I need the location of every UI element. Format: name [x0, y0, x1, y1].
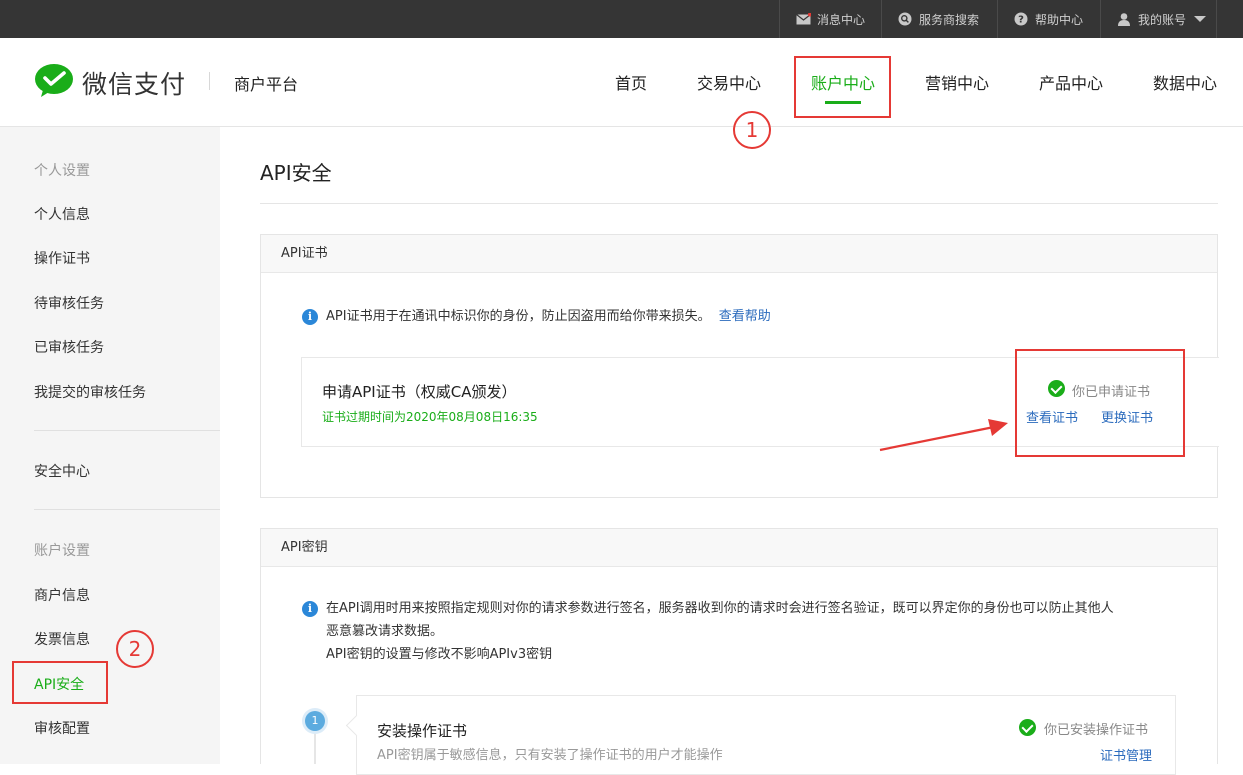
annotation-box-api-security — [12, 661, 108, 704]
sidebar-item-reviewed-tasks[interactable]: 已审核任务 — [34, 337, 104, 357]
cert-title: 申请API证书（权威CA颁发） — [322, 383, 517, 401]
svg-text:?: ? — [1018, 15, 1024, 26]
caret-down-icon — [1194, 16, 1207, 22]
step-number-badge: 1 — [305, 711, 325, 731]
mail-icon — [796, 12, 811, 26]
user-icon — [1117, 12, 1131, 26]
help-link[interactable]: 查看帮助 — [719, 309, 771, 324]
sidebar-item-merchant-info[interactable]: 商户信息 — [34, 585, 90, 605]
platform-name: 商户平台 — [234, 75, 299, 94]
annotation-box-cert-actions — [1015, 349, 1185, 457]
cert-expire-time: 证书过期时间为2020年08月08日16:35 — [322, 410, 538, 424]
wechat-pay-logo-icon[interactable] — [34, 64, 74, 102]
title-divider — [260, 203, 1218, 204]
sidebar-item-personal-info[interactable]: 个人信息 — [34, 204, 90, 224]
nav-product-center[interactable]: 产品中心 — [1039, 70, 1103, 94]
top-item-label: 我的账号 — [1138, 12, 1187, 27]
service-search-link[interactable]: 服务商搜索 — [881, 0, 997, 38]
main-header: 微信支付 商户平台 首页 交易中心 账户中心 营销中心 产品中心 数据中心 — [0, 38, 1243, 127]
page-title: API安全 — [260, 161, 332, 185]
step-desc: API密钥属于敏感信息，只有安装了操作证书的用户才能操作 — [377, 748, 723, 763]
cert-info-text: API证书用于在通讯中标识你的身份，防止因盗用而给你带来损失。 查看帮助 — [326, 309, 771, 324]
annotation-circle-2: 2 — [116, 630, 154, 668]
info-icon: i — [302, 601, 318, 617]
logo-text: 微信支付 — [82, 70, 187, 99]
top-bar: 消息中心 服务商搜索 ? 帮助中心 我的账号 — [0, 0, 1243, 38]
top-item-label: 消息中心 — [817, 12, 866, 27]
info-icon: i — [302, 309, 318, 325]
top-item-label: 服务商搜索 — [919, 12, 980, 27]
nav-home[interactable]: 首页 — [615, 70, 647, 94]
step-title: 安装操作证书 — [377, 722, 468, 740]
nav-data-center[interactable]: 数据中心 — [1153, 70, 1217, 94]
panel-header: API密钥 — [261, 529, 1217, 567]
sidebar-item-operation-cert[interactable]: 操作证书 — [34, 248, 90, 268]
sidebar-item-invoice-info[interactable]: 发票信息 — [34, 629, 90, 649]
sidebar-group-account: 账户设置 — [34, 543, 90, 559]
help-center-link[interactable]: ? 帮助中心 — [997, 0, 1100, 38]
my-account-menu[interactable]: 我的账号 — [1100, 0, 1217, 38]
sidebar-item-review-config[interactable]: 审核配置 — [34, 718, 90, 738]
top-item-label: 帮助中心 — [1035, 12, 1084, 27]
message-center-link[interactable]: 消息中心 — [779, 0, 881, 38]
panel-header: API证书 — [261, 235, 1217, 273]
check-circle-icon — [1019, 719, 1036, 736]
annotation-arrow — [879, 419, 1008, 452]
sidebar-group-personal: 个人设置 — [34, 163, 90, 179]
annotation-box-account-center — [794, 56, 891, 118]
sidebar-item-pending-tasks[interactable]: 待审核任务 — [34, 293, 104, 313]
sidebar-divider — [34, 509, 220, 510]
key-info-text: 在API调用时用来按照指定规则对你的请求参数进行签名，服务器收到你的请求时会进行… — [326, 601, 1114, 662]
search-icon — [898, 12, 912, 26]
step-connector — [314, 730, 316, 764]
logo-divider — [209, 72, 210, 90]
sidebar-item-security-center[interactable]: 安全中心 — [34, 461, 90, 481]
help-icon: ? — [1014, 12, 1028, 26]
cert-manage-link[interactable]: 证书管理 — [1100, 745, 1152, 764]
sidebar-item-submitted-tasks[interactable]: 我提交的审核任务 — [34, 382, 146, 402]
step-card-install-cert: 安装操作证书 API密钥属于敏感信息，只有安装了操作证书的用户才能操作 你已安装… — [356, 695, 1176, 775]
nav-marketing-center[interactable]: 营销中心 — [925, 70, 989, 94]
sidebar-divider — [34, 430, 220, 431]
step-status: 你已安装操作证书 — [1044, 723, 1149, 738]
nav-trade-center[interactable]: 交易中心 — [697, 70, 761, 94]
annotation-circle-1: 1 — [733, 111, 771, 149]
